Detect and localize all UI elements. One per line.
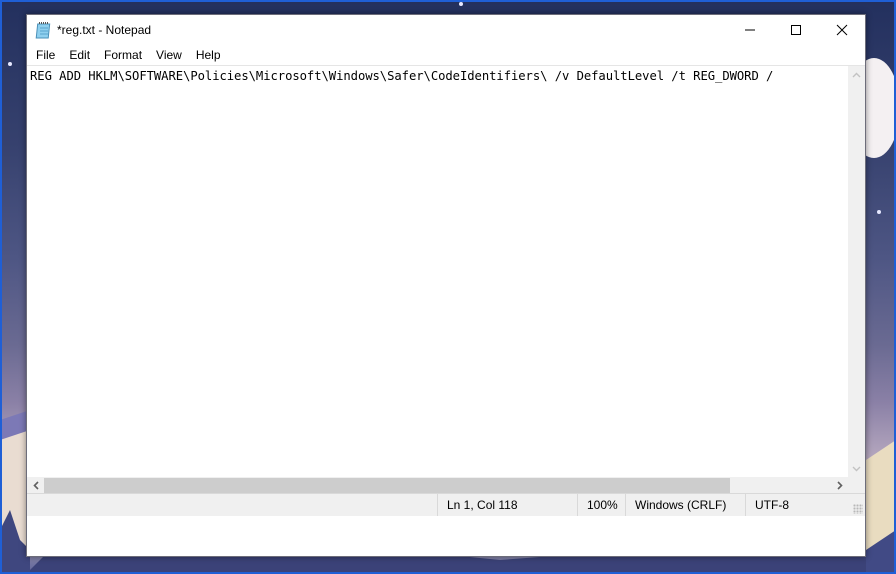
- close-icon: [836, 24, 848, 36]
- minimize-icon: [745, 29, 755, 31]
- horizontal-scrollbar[interactable]: [27, 477, 848, 494]
- status-bar: Ln 1, Col 118 100% Windows (CRLF) UTF-8: [27, 493, 865, 516]
- menu-format[interactable]: Format: [97, 48, 149, 62]
- star: [877, 210, 881, 214]
- vertical-scrollbar[interactable]: [848, 66, 865, 477]
- horizontal-scroll-thumb[interactable]: [44, 478, 730, 493]
- minimize-button[interactable]: [727, 15, 773, 45]
- window-controls: [727, 15, 865, 45]
- scroll-up-arrow-icon[interactable]: [848, 66, 865, 83]
- scroll-left-arrow-icon[interactable]: [27, 477, 44, 494]
- status-zoom: 100%: [577, 494, 625, 516]
- menu-bar: File Edit Format View Help: [27, 45, 865, 65]
- star: [8, 62, 12, 66]
- menu-file[interactable]: File: [29, 48, 62, 62]
- notepad-icon: [35, 21, 53, 39]
- status-position: Ln 1, Col 118: [437, 494, 577, 516]
- maximize-icon: [791, 25, 801, 35]
- zoom-level: 100%: [587, 498, 618, 512]
- notepad-window: *reg.txt - Notepad File Edit Format View…: [26, 14, 866, 557]
- scroll-right-arrow-icon[interactable]: [831, 477, 848, 494]
- status-line-ending: Windows (CRLF): [625, 494, 745, 516]
- menu-help[interactable]: Help: [189, 48, 228, 62]
- menu-view[interactable]: View: [149, 48, 189, 62]
- resize-grip-icon[interactable]: [853, 504, 863, 514]
- window-title: *reg.txt - Notepad: [57, 23, 152, 37]
- text-editor[interactable]: REG ADD HKLM\SOFTWARE\Policies\Microsoft…: [27, 65, 865, 516]
- editor-content[interactable]: REG ADD HKLM\SOFTWARE\Policies\Microsoft…: [30, 68, 848, 84]
- star: [459, 2, 463, 6]
- close-button[interactable]: [819, 15, 865, 45]
- cursor-position: Ln 1, Col 118: [447, 498, 518, 512]
- title-bar[interactable]: *reg.txt - Notepad: [27, 15, 865, 45]
- scroll-down-arrow-icon[interactable]: [848, 460, 865, 477]
- maximize-button[interactable]: [773, 15, 819, 45]
- menu-edit[interactable]: Edit: [62, 48, 97, 62]
- scrollbar-corner: [848, 477, 865, 494]
- status-encoding: UTF-8: [745, 494, 865, 516]
- encoding: UTF-8: [755, 498, 789, 512]
- line-ending: Windows (CRLF): [635, 498, 727, 512]
